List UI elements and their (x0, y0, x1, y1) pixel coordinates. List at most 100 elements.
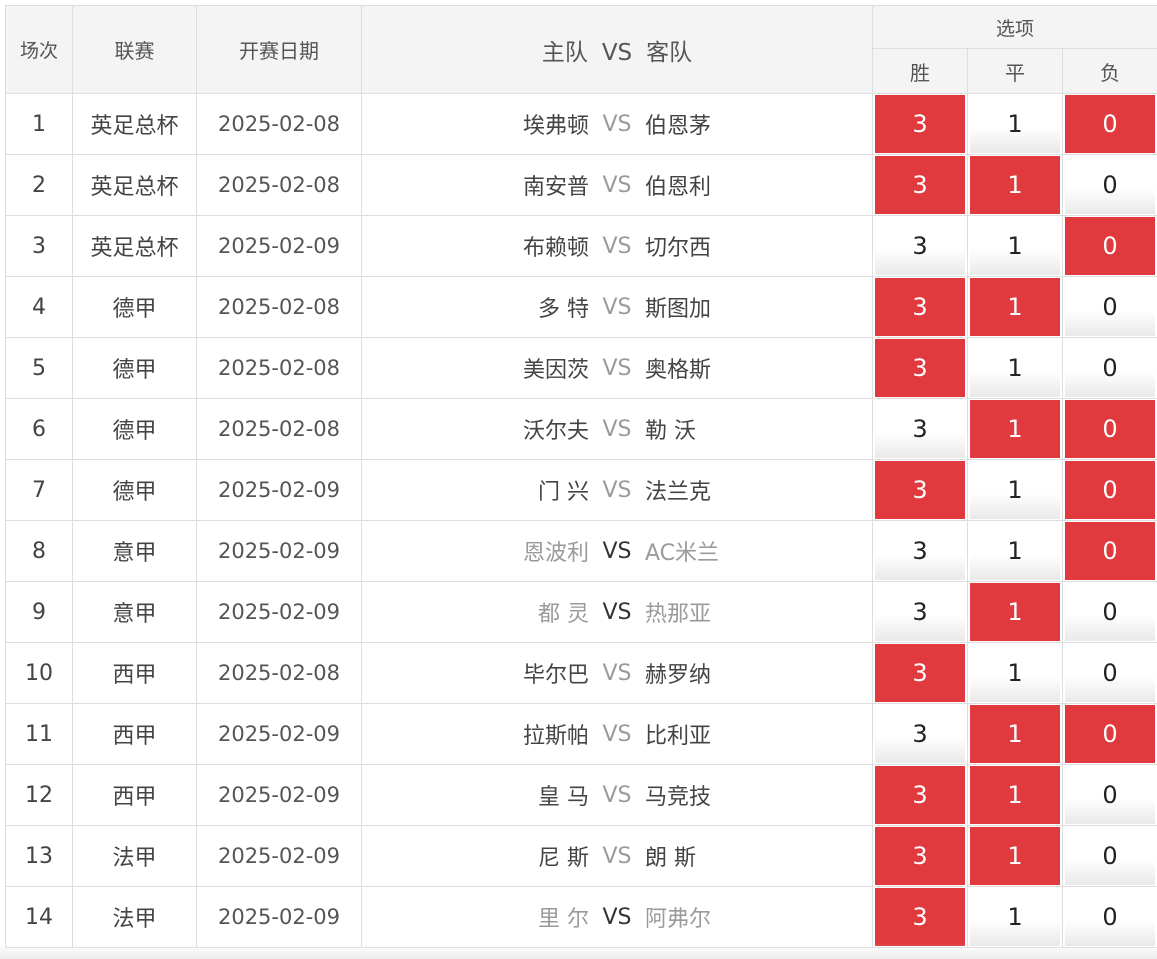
match-cell: 埃弗顿 VS 伯恩茅 (361, 93, 873, 155)
match-cell: 恩波利 VS AC米兰 (361, 520, 873, 582)
option-draw-cell: 1 (967, 703, 1063, 765)
round-number: 2 (5, 154, 73, 216)
round-number: 13 (5, 825, 73, 887)
vs-label: VS (602, 904, 632, 930)
option-draw-button[interactable]: 1 (970, 95, 1060, 153)
option-draw-cell: 1 (967, 642, 1063, 704)
option-lose-cell: 0 (1061, 886, 1157, 948)
option-lose-cell: 0 (1061, 825, 1157, 887)
option-draw-cell: 1 (967, 825, 1063, 887)
match-table: 场次 联赛 开赛日期 主队 VS 客队 选项 胜 平 负 1 英足总杯 2025-02-… (5, 5, 1157, 948)
option-lose-button[interactable]: 0 (1065, 278, 1156, 336)
option-lose-button[interactable]: 0 (1065, 95, 1156, 153)
header-vs: VS (601, 39, 633, 66)
option-draw-button[interactable]: 1 (970, 644, 1060, 702)
option-draw-button[interactable]: 1 (970, 583, 1060, 641)
vs-label: VS (602, 355, 632, 381)
option-win-button[interactable]: 3 (875, 522, 965, 580)
option-lose-button[interactable]: 0 (1065, 827, 1156, 885)
option-win-button[interactable]: 3 (875, 156, 965, 214)
option-win-button[interactable]: 3 (875, 766, 965, 824)
match-date: 2025-02-08 (196, 154, 362, 216)
option-lose-cell: 0 (1061, 215, 1157, 277)
option-win-button[interactable]: 3 (875, 644, 965, 702)
option-draw-button[interactable]: 1 (970, 705, 1060, 763)
option-lose-button[interactable]: 0 (1065, 217, 1156, 275)
match-cell: 里 尔 VS 阿弗尔 (361, 886, 873, 948)
league-name: 德甲 (72, 398, 197, 460)
option-lose-button[interactable]: 0 (1065, 888, 1156, 946)
option-draw-button[interactable]: 1 (970, 156, 1060, 214)
option-lose-cell: 0 (1061, 764, 1157, 826)
option-win-button[interactable]: 3 (875, 583, 965, 641)
round-number: 8 (5, 520, 73, 582)
match-cell: 毕尔巴 VS 赫罗纳 (361, 642, 873, 704)
league-name: 英足总杯 (72, 93, 197, 155)
round-number: 14 (5, 886, 73, 948)
option-win-button[interactable]: 3 (875, 400, 965, 458)
match-teams: 里 尔 VS 阿弗尔 (363, 901, 872, 933)
round-number: 7 (5, 459, 73, 521)
option-win-cell: 3 (872, 398, 968, 460)
away-team: 勒 沃 (645, 419, 696, 444)
option-win-button[interactable]: 3 (875, 217, 965, 275)
option-draw-button[interactable]: 1 (970, 400, 1060, 458)
league-name: 西甲 (72, 764, 197, 826)
option-win-button[interactable]: 3 (875, 827, 965, 885)
header-league: 联赛 (72, 5, 197, 94)
option-lose-button[interactable]: 0 (1065, 339, 1156, 397)
option-win-button[interactable]: 3 (875, 461, 965, 519)
option-win-button[interactable]: 3 (875, 339, 965, 397)
option-lose-cell: 0 (1061, 398, 1157, 460)
option-lose-button[interactable]: 0 (1065, 461, 1156, 519)
match-cell: 多 特 VS 斯图加 (361, 276, 873, 338)
option-lose-button[interactable]: 0 (1065, 583, 1156, 641)
match-teams: 皇 马 VS 马竞技 (363, 779, 872, 811)
table-row: 10 西甲 2025-02-08 毕尔巴 VS 赫罗纳 3 1 0 (5, 642, 1157, 704)
option-draw-button[interactable]: 1 (970, 766, 1060, 824)
option-lose-button[interactable]: 0 (1065, 766, 1156, 824)
option-lose-button[interactable]: 0 (1065, 522, 1156, 580)
option-draw-button[interactable]: 1 (970, 339, 1060, 397)
option-win-cell: 3 (872, 581, 968, 643)
home-team: 多 特 (538, 297, 589, 322)
home-team: 毕尔巴 (522, 663, 589, 688)
round-number: 6 (5, 398, 73, 460)
option-lose-cell: 0 (1061, 581, 1157, 643)
header-date: 开赛日期 (196, 5, 362, 94)
home-team: 尼 斯 (538, 846, 589, 871)
match-cell: 门 兴 VS 法兰克 (361, 459, 873, 521)
option-win-cell: 3 (872, 276, 968, 338)
option-win-cell: 3 (872, 886, 968, 948)
round-number: 3 (5, 215, 73, 277)
away-team: 比利亚 (645, 724, 712, 749)
option-draw-button[interactable]: 1 (970, 278, 1060, 336)
option-win-button[interactable]: 3 (875, 95, 965, 153)
option-lose-button[interactable]: 0 (1065, 644, 1156, 702)
option-lose-cell: 0 (1061, 337, 1157, 399)
option-draw-button[interactable]: 1 (970, 217, 1060, 275)
option-draw-button[interactable]: 1 (970, 888, 1060, 946)
vs-label: VS (602, 660, 632, 686)
header-teams: 主队 VS 客队 (361, 5, 873, 94)
option-win-button[interactable]: 3 (875, 888, 965, 946)
option-draw-button[interactable]: 1 (970, 827, 1060, 885)
option-draw-button[interactable]: 1 (970, 461, 1060, 519)
option-draw-button[interactable]: 1 (970, 522, 1060, 580)
home-team: 门 兴 (538, 480, 589, 505)
table-header: 场次 联赛 开赛日期 主队 VS 客队 选项 胜 平 负 (5, 5, 1157, 94)
match-date: 2025-02-09 (196, 886, 362, 948)
vs-label: VS (602, 111, 632, 137)
option-lose-button[interactable]: 0 (1065, 400, 1156, 458)
match-date: 2025-02-09 (196, 520, 362, 582)
option-win-cell: 3 (872, 703, 968, 765)
option-draw-cell: 1 (967, 398, 1063, 460)
match-teams: 布赖顿 VS 切尔西 (363, 230, 872, 262)
match-cell: 南安普 VS 伯恩利 (361, 154, 873, 216)
option-lose-button[interactable]: 0 (1065, 705, 1156, 763)
option-win-button[interactable]: 3 (875, 705, 965, 763)
header-options: 选项 (871, 5, 1157, 49)
option-win-button[interactable]: 3 (875, 278, 965, 336)
option-lose-button[interactable]: 0 (1065, 156, 1156, 214)
option-win-cell: 3 (872, 764, 968, 826)
